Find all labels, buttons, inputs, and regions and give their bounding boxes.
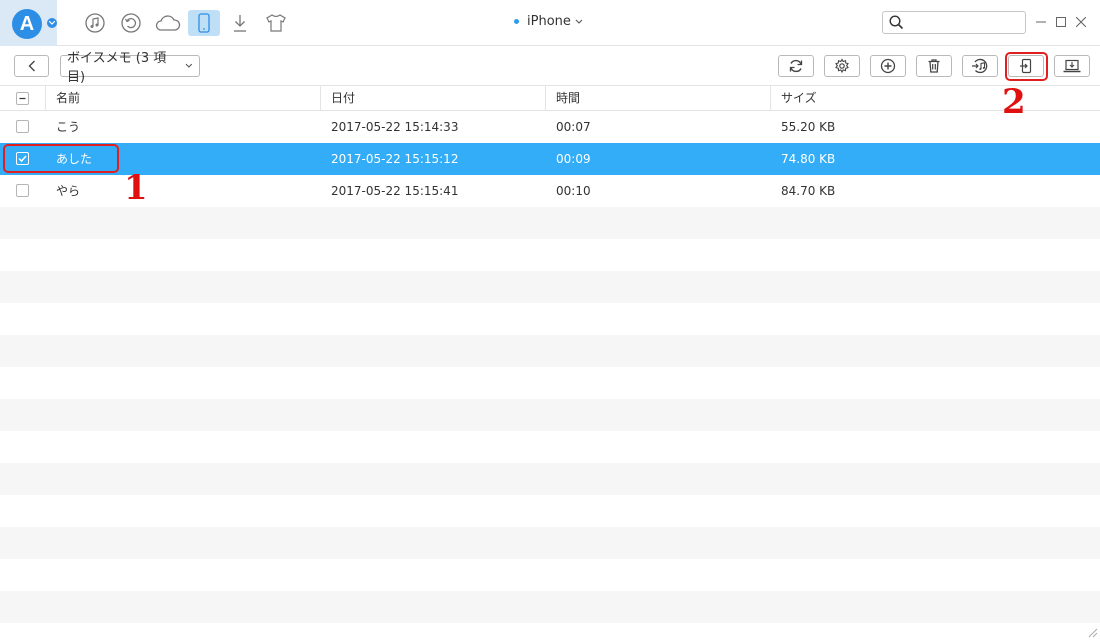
status-dot	[514, 19, 519, 24]
delete-icon	[928, 59, 940, 73]
chevron-down-icon[interactable]	[47, 18, 57, 28]
step1-callout: 1	[124, 168, 148, 208]
column-header-name[interactable]: 名前	[45, 86, 321, 111]
row-checkbox[interactable]	[16, 120, 29, 133]
empty-row	[0, 239, 1100, 271]
empty-row	[0, 271, 1100, 303]
search-box[interactable]	[882, 11, 1026, 34]
music-icon[interactable]	[79, 10, 111, 36]
add-icon	[880, 58, 896, 74]
row-name: こう	[56, 120, 81, 134]
minimize-button[interactable]	[1034, 15, 1048, 29]
row-size: 84.70 KB	[781, 184, 836, 198]
row-date: 2017-05-22 15:14:33	[331, 120, 459, 134]
table-row[interactable]: やら 2017-05-22 15:15:41 00:10 84.70 KB	[0, 175, 1100, 207]
row-size: 55.20 KB	[781, 120, 836, 134]
empty-row	[0, 431, 1100, 463]
empty-row	[0, 399, 1100, 431]
chevron-left-icon	[28, 60, 35, 72]
delete-button[interactable]	[916, 55, 952, 77]
chevron-down-icon	[185, 63, 193, 68]
table-row[interactable]: こう 2017-05-22 15:14:33 00:07 55.20 KB	[0, 111, 1100, 143]
back-button[interactable]	[14, 55, 49, 77]
settings-icon	[835, 58, 849, 74]
category-dropdown[interactable]: ボイスメモ (3 項目)	[60, 51, 200, 85]
empty-row	[0, 495, 1100, 527]
row-size: 74.80 KB	[781, 152, 836, 166]
table-row-selected[interactable]: あした 2017-05-22 15:15:12 00:09 74.80 KB	[0, 143, 1100, 175]
download-icon[interactable]	[224, 10, 256, 36]
empty-row	[0, 303, 1100, 335]
device-name: iPhone	[527, 14, 571, 29]
row-name: やら	[56, 184, 81, 198]
refresh-icon	[789, 59, 803, 73]
row-date: 2017-05-22 15:15:12	[331, 152, 459, 166]
column-header-size[interactable]: サイズ	[770, 86, 1100, 111]
search-icon	[889, 15, 904, 30]
app-menu[interactable]: A	[0, 0, 57, 46]
column-header-date[interactable]: 日付	[320, 86, 546, 111]
maximize-button[interactable]	[1054, 15, 1068, 29]
row-duration: 00:10	[556, 184, 591, 198]
cloud-icon[interactable]	[152, 10, 184, 36]
empty-row	[0, 527, 1100, 559]
empty-row	[0, 623, 1100, 640]
empty-row	[0, 463, 1100, 495]
empty-row	[0, 367, 1100, 399]
column-header-duration[interactable]: 時間	[545, 86, 771, 111]
close-button[interactable]	[1074, 15, 1088, 29]
row-checkbox[interactable]	[16, 184, 29, 197]
empty-row	[0, 591, 1100, 623]
tshirt-icon[interactable]	[260, 10, 292, 36]
empty-row	[0, 207, 1100, 239]
history-icon[interactable]	[115, 10, 147, 36]
app-logo[interactable]: A	[12, 9, 42, 39]
select-all-checkbox[interactable]	[16, 92, 29, 105]
category-label: ボイスメモ (3 項目)	[67, 51, 167, 85]
to-itunes-icon	[972, 58, 988, 74]
export-to-pc-button[interactable]	[1054, 55, 1090, 77]
refresh-button[interactable]	[778, 55, 814, 77]
row-duration: 00:09	[556, 152, 591, 166]
row-duration: 00:07	[556, 120, 591, 134]
to-itunes-button[interactable]	[962, 55, 998, 77]
add-button[interactable]	[870, 55, 906, 77]
step2-callout: 2	[1002, 82, 1026, 122]
phone-icon[interactable]	[188, 10, 220, 36]
resize-grip-icon[interactable]	[1086, 626, 1098, 638]
empty-row	[0, 559, 1100, 591]
row-date: 2017-05-22 15:15:41	[331, 184, 459, 198]
device-selector[interactable]: iPhone	[514, 14, 583, 29]
settings-button[interactable]	[824, 55, 860, 77]
top-bar: A iPhone	[0, 0, 1100, 46]
table-header: 名前 日付 時間 サイズ	[0, 86, 1100, 111]
step2-highlight	[1005, 52, 1048, 81]
chevron-down-icon	[575, 19, 583, 24]
export-to-pc-icon	[1063, 59, 1081, 73]
search-input[interactable]	[909, 14, 1021, 31]
toolbar: ボイスメモ (3 項目)	[0, 46, 1100, 86]
step1-highlight	[3, 144, 119, 173]
empty-row	[0, 335, 1100, 367]
